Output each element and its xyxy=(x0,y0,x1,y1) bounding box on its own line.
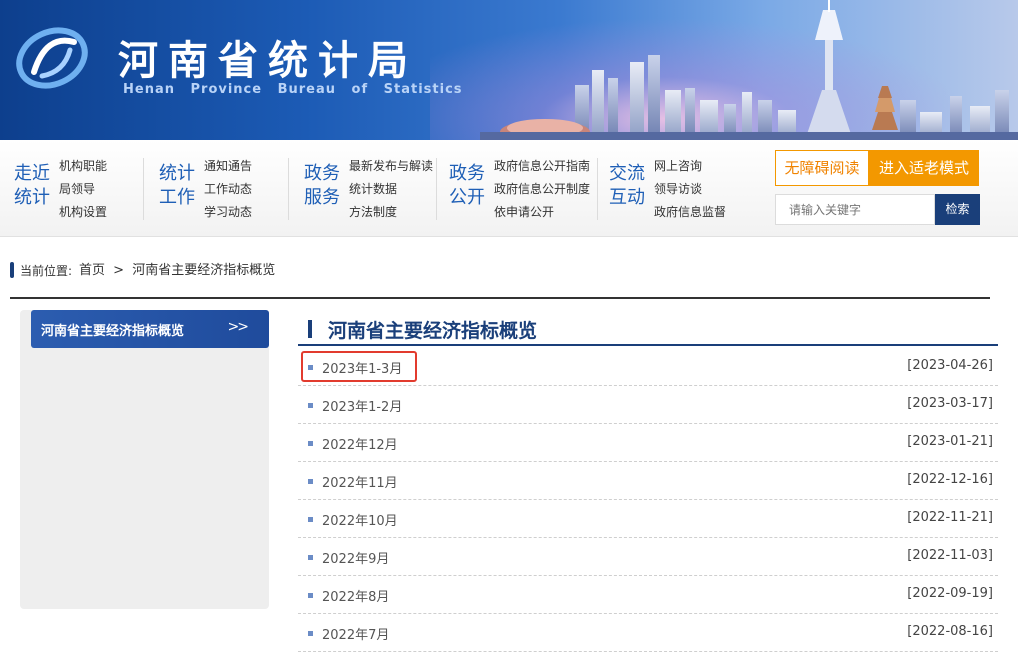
nav-main-service[interactable]: 政务 服务 xyxy=(302,162,342,210)
breadcrumb-current-link[interactable]: 河南省主要经济指标概览 xyxy=(132,263,275,278)
nav-main-line1: 统计 xyxy=(159,163,195,184)
nav-main-line1: 政务 xyxy=(304,163,340,184)
site-subtitle: Henan Province Bureau of Statistics xyxy=(123,82,463,97)
bullet-icon xyxy=(308,593,313,598)
nav-link[interactable]: 政府信息公开指南 xyxy=(494,155,590,178)
nav-divider xyxy=(436,158,437,220)
nav-link[interactable]: 方法制度 xyxy=(349,201,433,224)
list-item[interactable]: 2022年8月 [2022-09-19] xyxy=(298,576,998,614)
list-item-title[interactable]: 2022年12月 xyxy=(322,434,398,453)
breadcrumb-trail: 首页 > 河南省主要经济指标概览 xyxy=(79,259,279,278)
city-skyline-image xyxy=(480,0,1018,140)
nav-link[interactable]: 最新发布与解读 xyxy=(349,155,433,178)
nav-sublinks: 机构职能 局领导 机构设置 xyxy=(59,155,107,224)
nav-link[interactable]: 依申请公开 xyxy=(494,201,590,224)
breadcrumb-home-link[interactable]: 首页 xyxy=(79,263,105,278)
nav-link[interactable]: 工作动态 xyxy=(204,178,252,201)
sidebar-item-economic-overview[interactable]: 河南省主要经济指标概览 >> xyxy=(31,310,269,348)
nav-link[interactable]: 政府信息公开制度 xyxy=(494,178,590,201)
search-input[interactable] xyxy=(775,194,935,225)
site-title[interactable]: 河南省统计局 xyxy=(118,28,418,86)
content-title-marker xyxy=(308,320,312,338)
accessible-reading-button[interactable]: 无障碍阅读 xyxy=(775,150,869,186)
breadcrumb-separator: > xyxy=(113,263,125,278)
nav-link[interactable]: 机构设置 xyxy=(59,201,107,224)
nav-link[interactable]: 领导访谈 xyxy=(654,178,726,201)
nav-main-line1: 政务 xyxy=(449,163,485,184)
search-button[interactable]: 检索 xyxy=(935,194,980,225)
nav-divider xyxy=(597,158,598,220)
list-item-date: [2022-11-21] xyxy=(907,510,993,525)
list-item-title[interactable]: 2022年10月 xyxy=(322,510,398,529)
nav-link[interactable]: 统计数据 xyxy=(349,178,433,201)
list-item-date: [2023-01-21] xyxy=(907,434,993,449)
page-title: 河南省主要经济指标概览 xyxy=(328,320,538,342)
nav-link[interactable]: 局领导 xyxy=(59,178,107,201)
nav-main-line2: 统计 xyxy=(14,187,50,208)
nav-link[interactable]: 政府信息监督 xyxy=(654,201,726,224)
nav-link[interactable]: 机构职能 xyxy=(59,155,107,178)
nav-link[interactable]: 学习动态 xyxy=(204,201,252,224)
breadcrumb-divider xyxy=(10,297,990,299)
nav-sublinks: 最新发布与解读 统计数据 方法制度 xyxy=(349,155,433,224)
bullet-icon xyxy=(308,555,313,560)
sidebar: 河南省主要经济指标概览 >> xyxy=(20,310,269,609)
nav-main-line1: 交流 xyxy=(609,163,645,184)
list-item[interactable]: 2022年11月 [2022-12-16] xyxy=(298,462,998,500)
list-item-title[interactable]: 2022年8月 xyxy=(322,586,389,605)
list-item-date: [2023-03-17] xyxy=(907,396,993,411)
list-item-title[interactable]: 2022年11月 xyxy=(322,472,398,491)
nav-main-work[interactable]: 统计 工作 xyxy=(157,162,197,210)
list-item-title[interactable]: 2022年9月 xyxy=(322,548,389,567)
list-item-date: [2022-08-16] xyxy=(907,624,993,639)
bullet-icon xyxy=(308,403,313,408)
nav-main-open[interactable]: 政务 公开 xyxy=(447,162,487,210)
list-item[interactable]: 2022年10月 [2022-11-21] xyxy=(298,500,998,538)
list-item-date: [2023-04-26] xyxy=(907,358,993,373)
nav-divider xyxy=(143,158,144,220)
nav-main-about[interactable]: 走近 统计 xyxy=(12,162,52,210)
list-item-title[interactable]: 2022年7月 xyxy=(322,624,389,643)
list-item[interactable]: 2022年7月 [2022-08-16] xyxy=(298,614,998,652)
list-item-date: [2022-11-03] xyxy=(907,548,993,563)
list-item[interactable]: 2022年12月 [2023-01-21] xyxy=(298,424,998,462)
bureau-logo-icon[interactable] xyxy=(12,26,92,90)
breadcrumb-marker xyxy=(10,262,14,278)
list-item[interactable]: 2023年1-2月 [2023-03-17] xyxy=(298,386,998,424)
nav-main-line2: 服务 xyxy=(304,187,340,208)
list-item-date: [2022-12-16] xyxy=(907,472,993,487)
nav-sublinks: 网上咨询 领导访谈 政府信息监督 xyxy=(654,155,726,224)
nav-link[interactable]: 网上咨询 xyxy=(654,155,726,178)
nav-main-line2: 工作 xyxy=(159,187,195,208)
list-item-title[interactable]: 2023年1-2月 xyxy=(322,396,402,415)
bullet-icon xyxy=(308,441,313,446)
nav-main-line1: 走近 xyxy=(14,163,50,184)
site-banner: 河南省统计局 Henan Province Bureau of Statisti… xyxy=(0,0,1018,140)
nav-link[interactable]: 通知通告 xyxy=(204,155,252,178)
nav-main-line2: 互动 xyxy=(609,187,645,208)
list-item-date: [2022-09-19] xyxy=(907,586,993,601)
bullet-icon xyxy=(308,517,313,522)
elder-mode-button[interactable]: 进入适老模式 xyxy=(869,150,979,186)
breadcrumb-prefix: 当前位置: xyxy=(20,264,73,278)
nav-divider xyxy=(288,158,289,220)
nav-sublinks: 政府信息公开指南 政府信息公开制度 依申请公开 xyxy=(494,155,590,224)
selection-highlight-box xyxy=(301,351,417,382)
list-item[interactable]: 2022年9月 [2022-11-03] xyxy=(298,538,998,576)
double-chevron-right-icon: >> xyxy=(227,319,250,335)
nav-main-line2: 公开 xyxy=(449,187,485,208)
article-list: 2023年1-3月 [2023-04-26] 2023年1-2月 [2023-0… xyxy=(298,348,998,652)
sidebar-item-label: 河南省主要经济指标概览 xyxy=(41,324,185,339)
bullet-icon xyxy=(308,631,313,636)
nav-sublinks: 通知通告 工作动态 学习动态 xyxy=(204,155,252,224)
nav-main-interact[interactable]: 交流 互动 xyxy=(607,162,647,210)
bullet-icon xyxy=(308,479,313,484)
content-title-divider xyxy=(298,344,998,346)
